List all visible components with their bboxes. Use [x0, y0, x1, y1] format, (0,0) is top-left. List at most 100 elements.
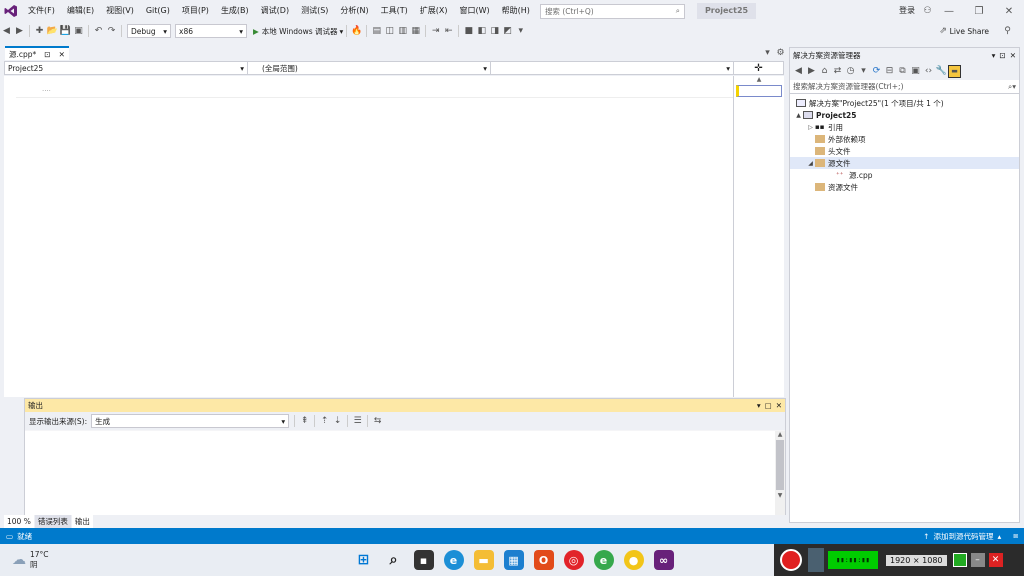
account-icon[interactable]: ⚇	[921, 5, 934, 18]
close-recorder-icon[interactable]: ✕	[988, 553, 1003, 567]
nav-member-dropdown[interactable]: ▾	[491, 62, 734, 74]
login-link[interactable]: 登录	[893, 0, 921, 22]
forward-icon[interactable]: ▶	[13, 25, 26, 38]
menu-view[interactable]: 视图(V)	[100, 0, 140, 22]
maximize-recorder-icon[interactable]	[952, 553, 967, 567]
switch-views-icon[interactable]: ⇄	[831, 65, 844, 78]
nav-scope-dropdown[interactable]: (全局范围) ▾	[248, 62, 491, 74]
start-icon[interactable]: ⊞	[354, 550, 374, 570]
tree-item-project[interactable]: ▲ Project25	[790, 109, 1019, 121]
pin-icon[interactable]: ⊡	[999, 51, 1005, 60]
expand-caret-icon[interactable]: ▲	[794, 112, 803, 119]
expand-caret-icon[interactable]: ◢	[806, 160, 815, 167]
tree-item-header-files[interactable]: 头文件	[790, 145, 1019, 157]
menu-project[interactable]: 项目(P)	[176, 0, 215, 22]
scroll-down-icon[interactable]: ▼	[775, 492, 785, 499]
record-button[interactable]	[780, 549, 802, 571]
office-icon[interactable]: O	[533, 550, 554, 570]
menu-tools[interactable]: 工具(T)	[375, 0, 414, 22]
next-message-icon[interactable]: ⇣	[331, 415, 344, 428]
code-editor[interactable]	[16, 76, 733, 397]
tree-item-references[interactable]: ▷ ▪▪ 引用	[790, 121, 1019, 133]
split-button[interactable]: ✛	[734, 62, 783, 74]
redo-icon[interactable]: ↷	[105, 25, 118, 38]
pin-icon[interactable]: ⊡	[44, 50, 50, 59]
solution-search-input[interactable]: 搜索解决方案资源管理器(Ctrl+;) ⌕▾	[790, 80, 1019, 94]
live-share-icon[interactable]: ⇗	[937, 25, 950, 38]
editor-scrollbar[interactable]: ▲	[733, 76, 784, 397]
visual-studio-logo-icon[interactable]	[0, 0, 22, 22]
run-debugger-button[interactable]: ▶ 本地 Windows 调试器 ▾	[253, 26, 343, 37]
screenshot-icon[interactable]: ▤	[370, 25, 383, 38]
tab-error-list[interactable]: 错误列表	[34, 515, 71, 528]
scroll-up-icon[interactable]: ▲	[775, 431, 785, 438]
clear-bookmarks-icon[interactable]: ◩	[501, 25, 514, 38]
preview-icon[interactable]: ▬	[948, 64, 961, 78]
tree-item-resource-files[interactable]: 资源文件	[790, 181, 1019, 193]
settings-icon[interactable]: ⚙	[774, 47, 787, 60]
close-icon[interactable]: ✕	[1010, 51, 1016, 60]
toolbar-overflow-icon[interactable]: ▾	[514, 25, 527, 38]
menu-test[interactable]: 测试(S)	[295, 0, 334, 22]
find-message-icon[interactable]: ⇞	[298, 415, 311, 428]
output-text-area[interactable]	[25, 431, 777, 515]
chevron-down-icon[interactable]: ▾	[757, 401, 761, 410]
close-icon[interactable]: ✕	[59, 50, 65, 59]
home-icon[interactable]: ⌂	[818, 65, 831, 78]
filter-icon[interactable]: ◷	[844, 65, 857, 78]
expand-caret-icon[interactable]: ▷	[806, 124, 815, 131]
maximize-icon[interactable]: ▢	[765, 401, 772, 410]
edge-icon[interactable]: e	[443, 550, 464, 570]
weather-widget[interactable]: ☁ 17°C 阴	[12, 550, 49, 570]
code-line[interactable]: ....	[16, 78, 733, 98]
browser-icon[interactable]: e	[593, 550, 614, 570]
clear-all-icon[interactable]: ☰	[351, 415, 364, 428]
save-icon[interactable]: 💾	[59, 25, 72, 38]
menu-build[interactable]: 生成(B)	[215, 0, 255, 22]
bookmark-icon[interactable]: ■	[462, 25, 475, 38]
back-icon[interactable]: ◀	[0, 25, 13, 38]
word-wrap-icon[interactable]: ⇆	[371, 415, 384, 428]
diagnostic-icon[interactable]: ◫	[383, 25, 396, 38]
menu-analyze[interactable]: 分析(N)	[334, 0, 374, 22]
tab-output[interactable]: 输出	[71, 515, 93, 528]
tab-source-cpp[interactable]: 源.cpp* ⊡ ✕	[5, 46, 69, 60]
uncomment-icon[interactable]: ⇤	[442, 25, 455, 38]
scroll-thumb[interactable]	[776, 440, 784, 490]
tree-item-solution[interactable]: 解决方案"Project25"(1 个项目/共 1 个)	[790, 97, 1019, 109]
format-icon[interactable]: ▦	[409, 25, 422, 38]
camera-icon[interactable]	[808, 548, 824, 572]
next-bookmark-icon[interactable]: ◨	[488, 25, 501, 38]
minimize-recorder-icon[interactable]: –	[970, 553, 985, 567]
live-share-button[interactable]: Live Share	[950, 27, 989, 36]
hot-reload-icon[interactable]: 🔥	[350, 25, 363, 38]
show-all-files-icon[interactable]: ⧉	[896, 65, 909, 78]
tree-item-external-deps[interactable]: 外部依赖项	[790, 133, 1019, 145]
notifications-icon[interactable]: ⧈	[1013, 531, 1018, 541]
scroll-thumb[interactable]	[736, 85, 782, 97]
task-view-icon[interactable]: ▪	[413, 550, 434, 570]
menu-window[interactable]: 窗口(W)	[454, 0, 496, 22]
search-input[interactable]: 搜索 (Ctrl+Q) ⌕	[539, 3, 685, 19]
prev-bookmark-icon[interactable]: ◧	[475, 25, 488, 38]
forward-icon[interactable]: ▶	[805, 65, 818, 78]
output-scrollbar[interactable]: ▲ ▼	[775, 431, 785, 515]
restore-button[interactable]: ❐	[964, 6, 994, 17]
file-explorer-icon[interactable]: ▬	[473, 550, 494, 570]
comment-icon[interactable]: ⇥	[429, 25, 442, 38]
search-icon[interactable]: ⌕	[384, 550, 404, 570]
source-control-button[interactable]: 添加到源代码管理	[933, 531, 993, 542]
platform-dropdown[interactable]: x86 ▾	[175, 24, 247, 38]
zoom-level[interactable]: 100 %	[4, 515, 34, 528]
output-source-dropdown[interactable]: 生成 ▾	[91, 414, 290, 428]
chevron-down-icon[interactable]: ▾	[992, 51, 996, 60]
menu-help[interactable]: 帮助(H)	[496, 0, 536, 22]
new-project-icon[interactable]: ✚	[33, 25, 46, 38]
visual-studio-icon[interactable]: ∞	[653, 550, 674, 570]
menu-debug[interactable]: 调试(D)	[255, 0, 295, 22]
menu-git[interactable]: Git(G)	[140, 0, 176, 22]
prev-message-icon[interactable]: ⇡	[318, 415, 331, 428]
tab-dropdown-icon[interactable]: ▾	[761, 47, 774, 60]
properties-icon[interactable]: 🔧	[935, 65, 948, 78]
config-dropdown[interactable]: Debug ▾	[127, 24, 171, 38]
